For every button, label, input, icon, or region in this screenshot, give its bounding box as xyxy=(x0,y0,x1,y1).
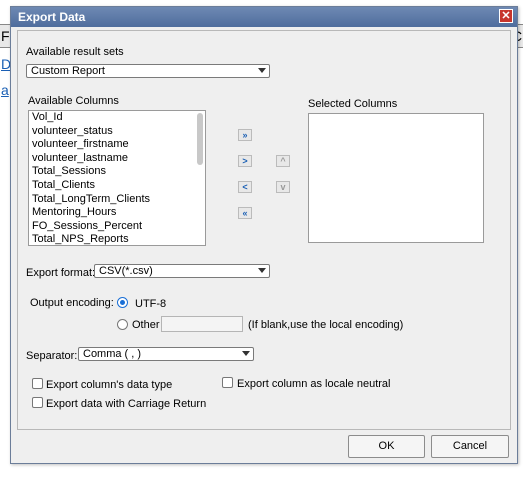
list-item[interactable]: Vol_Id xyxy=(29,111,205,125)
result-set-select[interactable]: Custom Report xyxy=(26,64,270,78)
add-one-button[interactable]: > xyxy=(238,155,252,167)
move-down-button[interactable]: v xyxy=(276,181,290,193)
ok-button[interactable]: OK xyxy=(348,435,425,458)
remove-one-button[interactable]: < xyxy=(238,181,252,193)
chevron-down-icon xyxy=(258,268,266,273)
encoding-other-field[interactable] xyxy=(161,316,243,332)
encoding-hint: (If blank,use the local encoding) xyxy=(248,319,404,331)
add-all-button[interactable]: » xyxy=(238,129,252,141)
export-data-dialog: Export Data ✕ Available result sets Cust… xyxy=(10,6,518,464)
background-link[interactable]: a xyxy=(1,82,9,98)
selected-columns-label: Selected Columns xyxy=(308,98,398,110)
list-item[interactable]: Total_LongTerm_Clients xyxy=(29,193,205,207)
separator-select[interactable]: Comma ( , ) xyxy=(78,347,254,361)
available-columns-label: Available Columns xyxy=(28,95,119,107)
output-encoding-label: Output encoding: xyxy=(30,297,114,309)
selected-columns-list[interactable] xyxy=(308,113,484,243)
dialog-title: Export Data xyxy=(18,10,86,24)
locale-neutral-label: Export column as locale neutral xyxy=(237,378,391,390)
list-item[interactable]: volunteer_lastname xyxy=(29,152,205,166)
list-item[interactable]: volunteer_firstname xyxy=(29,138,205,152)
data-type-checkbox[interactable] xyxy=(32,378,43,389)
encoding-utf8-radio[interactable] xyxy=(117,297,128,308)
dialog-titlebar[interactable]: Export Data ✕ xyxy=(11,7,517,27)
encoding-utf8-label: UTF-8 xyxy=(135,298,167,310)
list-item[interactable]: Mentoring_Hours xyxy=(29,206,205,220)
result-set-value: Custom Report xyxy=(31,65,105,77)
list-item[interactable]: volunteer_status xyxy=(29,125,205,139)
encoding-other-radio[interactable] xyxy=(117,319,128,330)
export-format-select[interactable]: CSV(*.csv) xyxy=(94,264,270,278)
list-item[interactable]: Total_NPS_Reports xyxy=(29,233,205,245)
export-format-value: CSV(*.csv) xyxy=(99,265,153,277)
chevron-down-icon xyxy=(242,351,250,356)
encoding-other-label: Other xyxy=(132,319,160,331)
export-format-label: Export format: xyxy=(26,267,96,279)
remove-all-button[interactable]: « xyxy=(238,207,252,219)
dialog-content-panel: Available result sets Custom Report Avai… xyxy=(17,30,511,430)
chevron-down-icon xyxy=(258,68,266,73)
list-item[interactable]: FO_Sessions_Percent xyxy=(29,220,205,234)
move-up-button[interactable]: ^ xyxy=(276,155,290,167)
list-item[interactable]: Total_Clients xyxy=(29,179,205,193)
carriage-return-checkbox[interactable] xyxy=(32,397,43,408)
separator-value: Comma ( , ) xyxy=(83,348,142,360)
list-item[interactable]: Total_Sessions xyxy=(29,165,205,179)
carriage-return-label: Export data with Carriage Return xyxy=(46,398,207,410)
separator-label: Separator: xyxy=(26,350,78,362)
data-type-label: Export column's data type xyxy=(46,379,173,391)
background-text: F xyxy=(1,28,10,44)
available-result-sets-label: Available result sets xyxy=(26,46,124,58)
locale-neutral-checkbox[interactable] xyxy=(222,377,233,388)
cancel-button[interactable]: Cancel xyxy=(431,435,509,458)
available-columns-list[interactable]: Vol_Id volunteer_status volunteer_firstn… xyxy=(28,110,206,246)
list-scrollbar[interactable] xyxy=(197,113,203,165)
close-icon[interactable]: ✕ xyxy=(499,9,513,23)
